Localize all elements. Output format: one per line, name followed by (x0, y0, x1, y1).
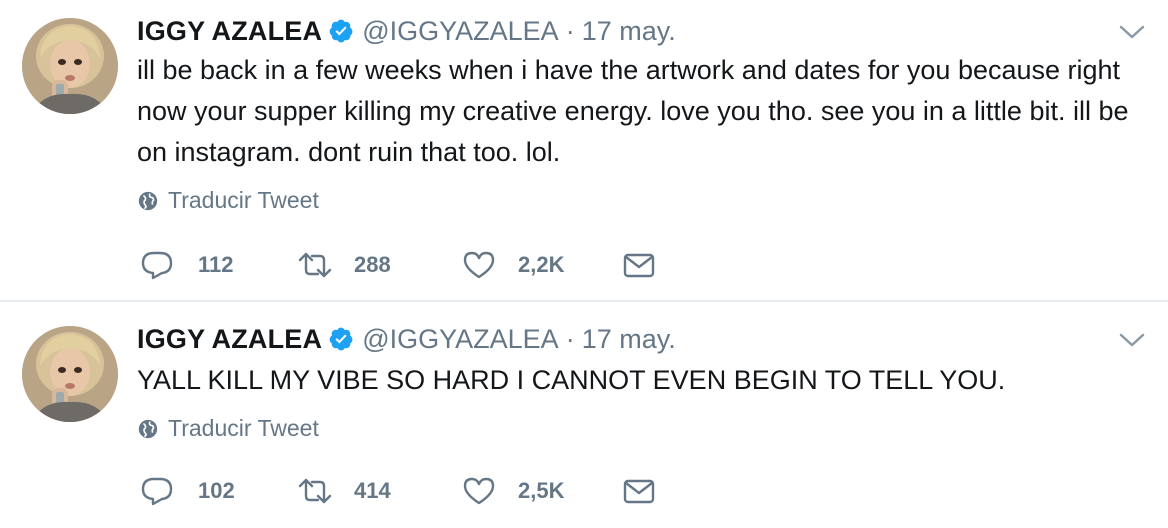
retweet-icon (298, 478, 332, 504)
globe-icon (138, 419, 158, 438)
retweet-button[interactable]: 288 (298, 248, 391, 282)
globe-icon (138, 191, 158, 210)
separator-dot: · (565, 323, 575, 354)
like-button[interactable]: 2,2K (462, 248, 564, 282)
direct-message-icon (623, 253, 655, 278)
direct-message-button[interactable] (622, 248, 656, 282)
author-name[interactable]: IGGY AZALEA (137, 16, 322, 47)
retweet-button[interactable]: 414 (298, 474, 391, 508)
tweet-text: YALL KILL MY VIBE SO HARD I CANNOT EVEN … (137, 365, 1006, 395)
like-button[interactable]: 2,5K (462, 474, 564, 508)
tweet-actions: 102 414 2,5K (140, 474, 740, 508)
avatar-image (22, 18, 118, 114)
tweet-actions: 112 288 2,2K (140, 248, 740, 282)
avatar[interactable] (22, 18, 118, 114)
retweet-icon (298, 252, 332, 278)
like-heart-icon (463, 251, 495, 279)
like-heart-icon (463, 477, 495, 505)
tweet-date[interactable]: 17 may. (582, 324, 676, 355)
verified-badge-icon (328, 18, 354, 44)
tweet-date[interactable]: 17 may. (582, 16, 676, 47)
reply-icon (141, 477, 173, 506)
tweet[interactable]: IGGY AZALEA @IGGYAZALEA · 17 may. ill be… (0, 0, 1168, 300)
avatar-image (22, 326, 118, 422)
tweet-header: IGGY AZALEA @IGGYAZALEA · 17 may. (137, 321, 676, 357)
like-count: 2,5K (518, 478, 565, 503)
reply-count: 102 (198, 478, 235, 503)
author-handle[interactable]: @IGGYAZALEA (362, 324, 558, 355)
chevron-down-icon[interactable] (1118, 22, 1146, 42)
author-handle[interactable]: @IGGYAZALEA (362, 16, 558, 47)
translate-tweet-link[interactable]: Traducir Tweet (137, 415, 319, 442)
direct-message-button[interactable] (622, 474, 656, 508)
translate-label: Traducir Tweet (168, 415, 319, 441)
author-name[interactable]: IGGY AZALEA (137, 324, 322, 355)
separator-dot: · (565, 15, 575, 46)
reply-count: 112 (198, 252, 234, 277)
retweet-count: 288 (354, 252, 391, 277)
like-count: 2,2K (518, 252, 565, 277)
translate-tweet-link[interactable]: Traducir Tweet (137, 187, 319, 214)
reply-button[interactable]: 102 (140, 474, 235, 508)
tweet-text: ill be back in a few weeks when i have t… (137, 55, 1129, 167)
chevron-down-icon[interactable] (1118, 330, 1146, 350)
translate-label: Traducir Tweet (168, 187, 319, 213)
tweet[interactable]: IGGY AZALEA @IGGYAZALEA · 17 may. YALL K… (0, 302, 1168, 528)
tweet-header: IGGY AZALEA @IGGYAZALEA · 17 may. (137, 13, 676, 49)
direct-message-icon (623, 479, 655, 504)
reply-icon (141, 251, 173, 280)
reply-button[interactable]: 112 (140, 248, 234, 282)
retweet-count: 414 (354, 478, 391, 503)
avatar[interactable] (22, 326, 118, 422)
verified-badge-icon (328, 326, 354, 352)
